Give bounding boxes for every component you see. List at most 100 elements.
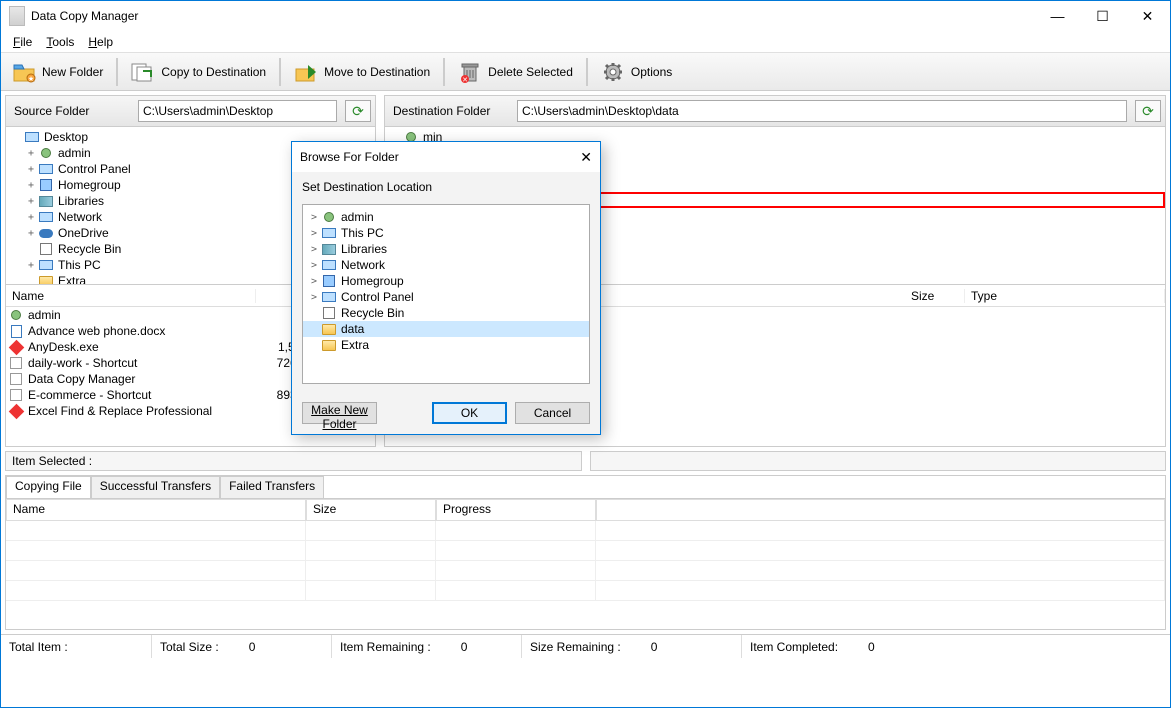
shortcut-icon bbox=[8, 372, 24, 386]
twisty-icon[interactable]: + bbox=[24, 148, 38, 159]
minimize-button[interactable]: — bbox=[1035, 1, 1080, 31]
tree-item[interactable]: data bbox=[303, 321, 589, 337]
file-name: Advance web phone.docx bbox=[28, 324, 258, 338]
transfer-tabs-area: Copying File Successful Transfers Failed… bbox=[5, 475, 1166, 630]
destination-refresh-button[interactable]: ⟳ bbox=[1135, 100, 1161, 122]
file-name: AnyDesk.exe bbox=[28, 340, 258, 354]
folder-new-icon: ★ bbox=[12, 60, 36, 84]
tree-item[interactable]: >Libraries bbox=[303, 241, 589, 257]
tree-item-label: Network bbox=[58, 210, 102, 224]
browse-for-folder-dialog: Browse For Folder ✕ Set Destination Loca… bbox=[291, 141, 601, 435]
twisty-icon[interactable]: > bbox=[307, 260, 321, 271]
twisty-icon[interactable]: + bbox=[24, 180, 38, 191]
tree-item-label: Extra bbox=[341, 338, 369, 352]
tree-item[interactable]: >admin bbox=[303, 209, 589, 225]
twisty-icon[interactable]: + bbox=[24, 228, 38, 239]
tab-successful-transfers[interactable]: Successful Transfers bbox=[91, 476, 220, 498]
menu-help[interactable]: Help bbox=[88, 35, 113, 49]
transfer-col-name[interactable]: Name bbox=[6, 499, 306, 521]
twisty-icon[interactable]: > bbox=[307, 228, 321, 239]
close-button[interactable]: ✕ bbox=[1125, 1, 1170, 31]
twisty-icon[interactable]: + bbox=[24, 196, 38, 207]
doc-icon bbox=[8, 324, 24, 338]
folder-icon bbox=[38, 274, 54, 285]
source-path-input[interactable] bbox=[138, 100, 337, 122]
transfer-col-progress[interactable]: Progress bbox=[436, 499, 596, 521]
twisty-icon[interactable]: + bbox=[24, 212, 38, 223]
home-icon bbox=[321, 274, 337, 288]
toolbar-separator bbox=[443, 58, 445, 86]
tree-item[interactable]: Recycle Bin bbox=[303, 305, 589, 321]
menu-file[interactable]: File bbox=[13, 35, 32, 49]
size-remaining-label: Size Remaining : bbox=[530, 640, 621, 654]
item-completed-value: 0 bbox=[868, 640, 875, 654]
twisty-icon[interactable]: > bbox=[307, 244, 321, 255]
source-refresh-button[interactable]: ⟳ bbox=[345, 100, 371, 122]
shortcut-icon bbox=[8, 356, 24, 370]
maximize-button[interactable]: ☐ bbox=[1080, 1, 1125, 31]
lib-icon bbox=[321, 242, 337, 256]
twisty-icon[interactable]: > bbox=[307, 212, 321, 223]
tree-item-label: This PC bbox=[341, 226, 384, 240]
twisty-icon[interactable]: + bbox=[24, 260, 38, 271]
cancel-button[interactable]: Cancel bbox=[515, 402, 590, 424]
svg-text:★: ★ bbox=[28, 75, 34, 83]
size-remaining-value: 0 bbox=[651, 640, 658, 654]
toolbar-separator bbox=[279, 58, 281, 86]
tree-item[interactable]: > This PC bbox=[303, 225, 589, 241]
monitor-icon bbox=[24, 130, 40, 144]
transfer-col-size[interactable]: Size bbox=[306, 499, 436, 521]
source-col-name[interactable]: Name bbox=[6, 289, 256, 303]
destination-folder-label: Destination Folder bbox=[389, 104, 509, 118]
tree-item[interactable]: > Control Panel bbox=[303, 289, 589, 305]
delete-selected-button[interactable]: ✕ Delete Selected bbox=[449, 56, 582, 88]
tree-item[interactable]: Extra bbox=[303, 337, 589, 353]
recycle-icon bbox=[38, 242, 54, 256]
file-name: Excel Find & Replace Professional bbox=[28, 404, 258, 418]
lib-icon bbox=[38, 194, 54, 208]
tab-copying-file[interactable]: Copying File bbox=[6, 476, 91, 498]
gear-icon bbox=[601, 60, 625, 84]
file-name: daily-work - Shortcut bbox=[28, 356, 258, 370]
destination-col-size[interactable]: Size bbox=[905, 289, 965, 303]
twisty-icon[interactable]: + bbox=[24, 164, 38, 175]
tree-item-label: Control Panel bbox=[341, 290, 414, 304]
tree-item-label: Desktop bbox=[44, 130, 88, 144]
twisty-icon[interactable]: > bbox=[307, 292, 321, 303]
shortcut-icon bbox=[8, 388, 24, 402]
copy-to-destination-button[interactable]: Copy to Destination bbox=[122, 56, 275, 88]
toolbar-separator bbox=[116, 58, 118, 86]
copy-icon bbox=[131, 60, 155, 84]
twisty-icon[interactable]: > bbox=[307, 276, 321, 287]
tree-item-label: Network bbox=[341, 258, 385, 272]
transfer-col-blank[interactable] bbox=[596, 499, 1165, 521]
move-to-destination-button[interactable]: Move to Destination bbox=[285, 56, 439, 88]
item-selected-status: Item Selected : bbox=[5, 451, 582, 471]
tree-item-label: This PC bbox=[58, 258, 101, 272]
ok-button[interactable]: OK bbox=[432, 402, 507, 424]
tree-item-label: admin bbox=[58, 146, 91, 160]
total-size-value: 0 bbox=[249, 640, 256, 654]
make-new-folder-button[interactable]: Make New Folder bbox=[302, 402, 377, 424]
tree-item[interactable]: > Network bbox=[303, 257, 589, 273]
tree-item-label: Recycle Bin bbox=[58, 242, 121, 256]
destination-col-type[interactable]: Type bbox=[965, 289, 1165, 303]
file-name: E-commerce - Shortcut bbox=[28, 388, 258, 402]
new-folder-button[interactable]: ★ New Folder bbox=[3, 56, 112, 88]
file-name: admin bbox=[28, 308, 258, 322]
tab-failed-transfers[interactable]: Failed Transfers bbox=[220, 476, 324, 498]
tree-item[interactable]: > Homegroup bbox=[303, 273, 589, 289]
monitor-icon bbox=[321, 290, 337, 304]
menubar: File Tools Help bbox=[1, 31, 1170, 53]
monitor-icon bbox=[38, 162, 54, 176]
dialog-close-button[interactable]: ✕ bbox=[580, 149, 592, 166]
destination-path-input[interactable] bbox=[517, 100, 1127, 122]
dialog-tree[interactable]: >admin>This PC>Libraries>Network>Homegro… bbox=[302, 204, 590, 384]
menu-tools[interactable]: Tools bbox=[46, 35, 74, 49]
svg-text:✕: ✕ bbox=[462, 77, 468, 83]
options-button[interactable]: Options bbox=[592, 56, 681, 88]
source-folder-label: Source Folder bbox=[10, 104, 130, 118]
app-icon bbox=[9, 6, 25, 26]
tree-item-label: Libraries bbox=[58, 194, 104, 208]
tree-item-label: Homegroup bbox=[341, 274, 404, 288]
